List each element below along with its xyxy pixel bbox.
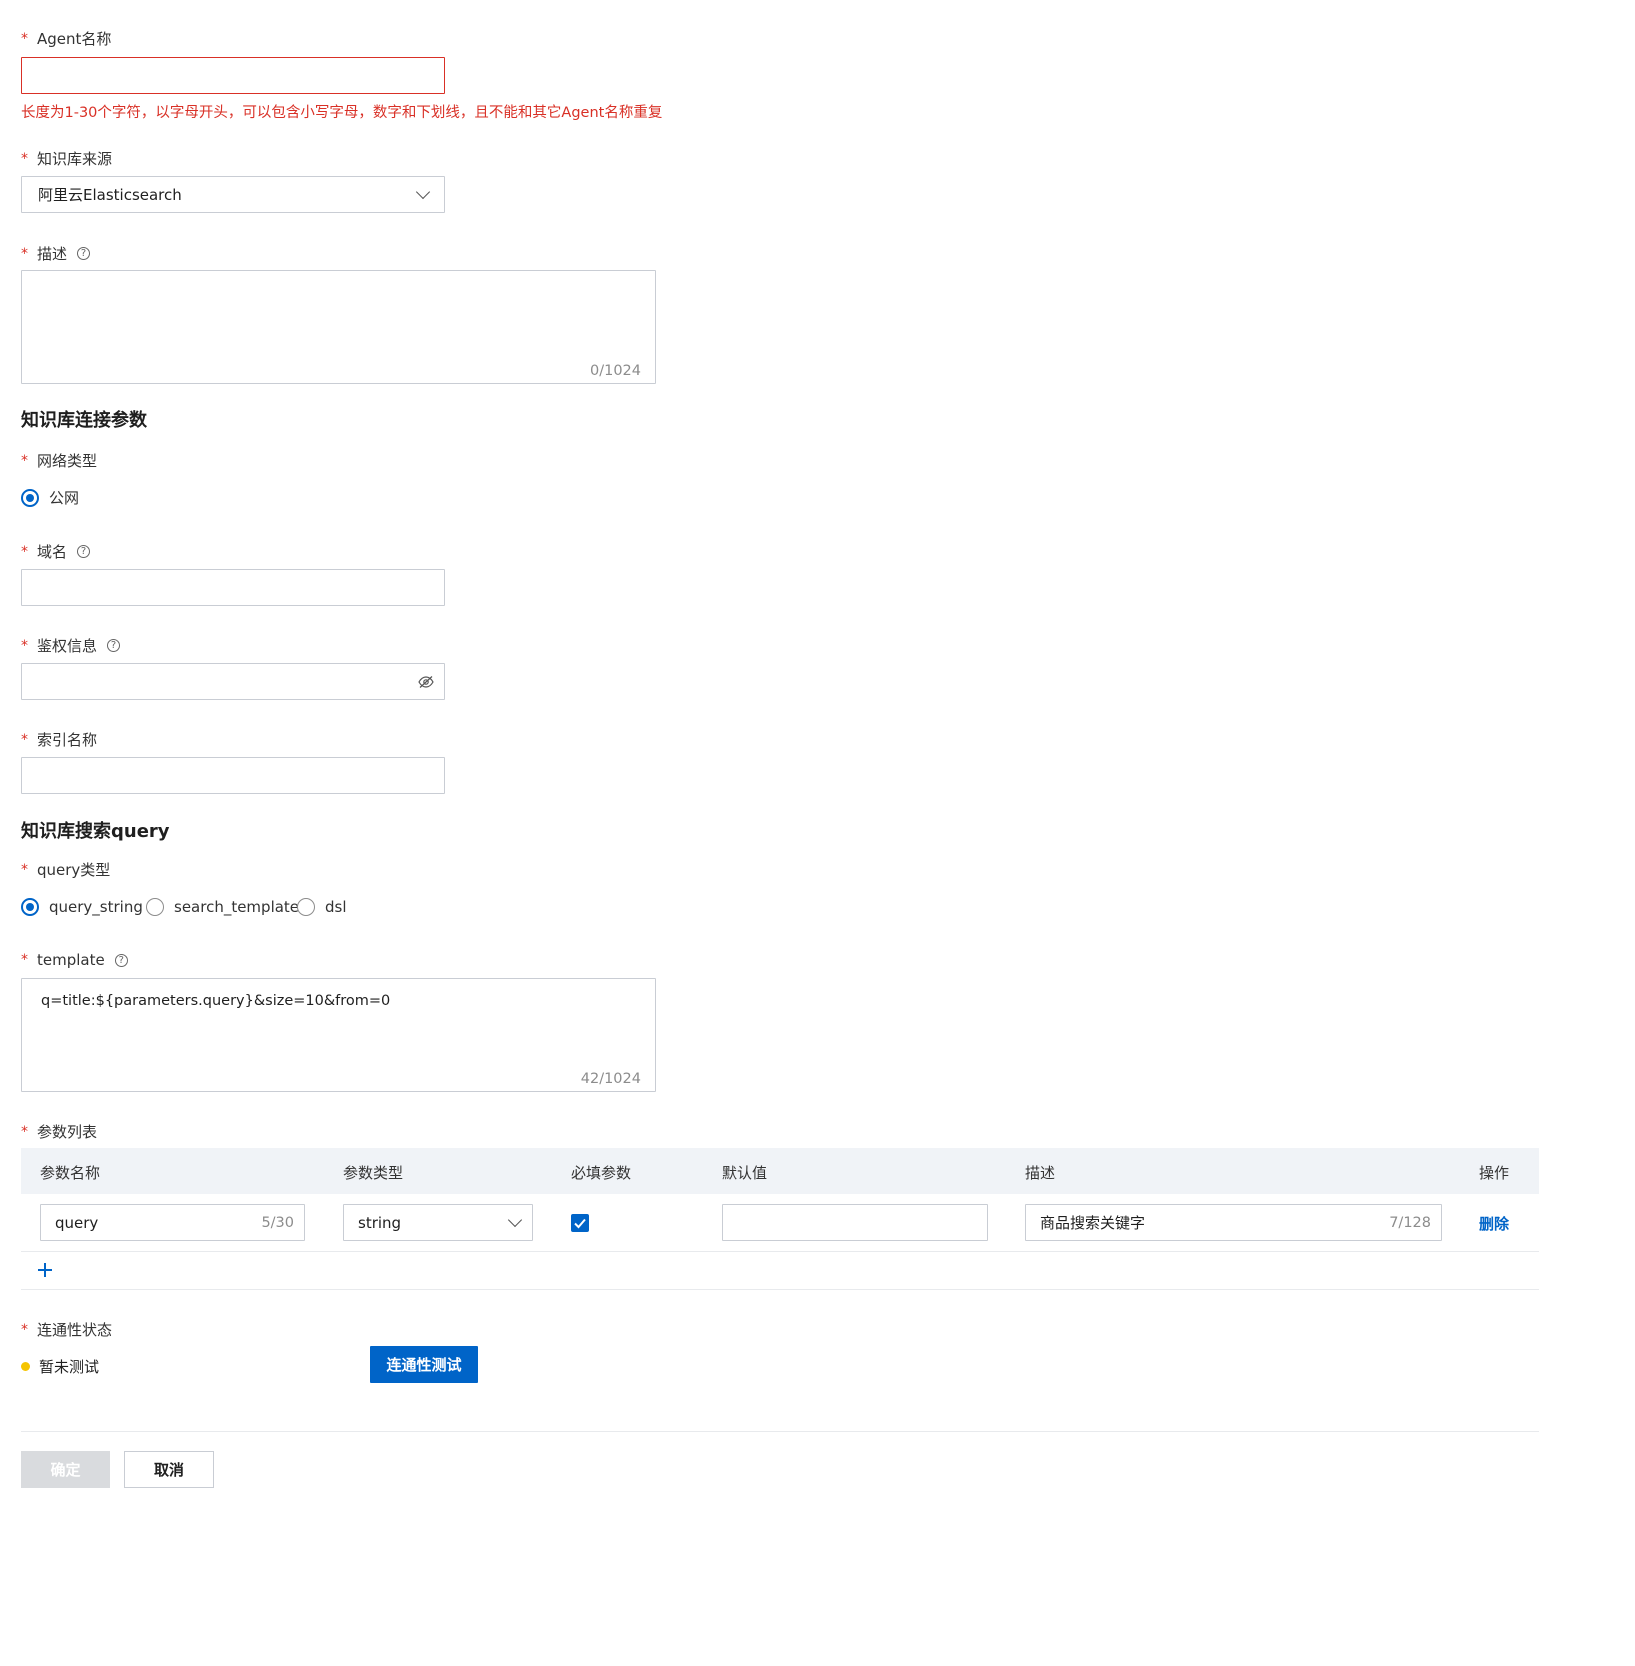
auth-password-input[interactable]: [21, 663, 445, 700]
delete-link[interactable]: 删除: [1479, 1213, 1509, 1234]
table-row: query 5/30 string 商品搜索关键字 7/128 删除: [21, 1194, 1539, 1252]
query-type-label: * query类型: [21, 861, 111, 879]
param-type-select[interactable]: string: [343, 1204, 533, 1241]
confirm-button[interactable]: 确定: [21, 1451, 110, 1488]
domain-input[interactable]: [21, 569, 445, 606]
radio-checked-icon: [21, 898, 39, 916]
template-label: * template?: [21, 951, 128, 969]
required-checkbox[interactable]: [571, 1214, 589, 1232]
template-counter: 42/1024: [580, 1071, 641, 1087]
th-description: 描述: [1025, 1164, 1056, 1182]
domain-label: * 域名?: [21, 541, 91, 562]
radio-unchecked-icon: [146, 898, 164, 916]
eye-off-icon[interactable]: [418, 675, 434, 689]
help-icon[interactable]: ?: [77, 545, 91, 558]
connectivity-status: 暂未测试: [21, 1356, 99, 1377]
cancel-button[interactable]: 取消: [124, 1451, 214, 1488]
radio-search-template[interactable]: search_template: [146, 898, 299, 916]
footer-divider: [21, 1431, 1539, 1432]
params-table-header: 参数名称 参数类型 必填参数 默认值 描述 操作: [21, 1148, 1539, 1194]
help-icon[interactable]: ?: [107, 639, 121, 652]
kb-source-select[interactable]: 阿里云Elasticsearch: [21, 176, 445, 213]
chevron-down-icon: [415, 184, 431, 200]
description-textarea[interactable]: 0/1024: [21, 270, 656, 384]
section-title-query: 知识库搜索query: [21, 821, 170, 842]
param-name-input[interactable]: query 5/30: [40, 1204, 305, 1241]
radio-query-string[interactable]: query_string: [21, 898, 143, 916]
check-icon: [574, 1218, 586, 1229]
agent-name-error: 长度为1-30个字符，以字母开头，可以包含小写字母，数字和下划线，且不能和其它A…: [21, 105, 663, 121]
th-default: 默认值: [722, 1164, 768, 1182]
radio-checked-icon: [21, 488, 39, 507]
agent-name-input[interactable]: [21, 57, 445, 94]
connectivity-label: * 连通性状态: [21, 1321, 113, 1339]
network-type-label: * 网络类型: [21, 452, 98, 470]
th-action: 操作: [1479, 1164, 1510, 1182]
chevron-down-icon: [507, 1212, 523, 1228]
row-divider: [21, 1289, 1539, 1290]
description-counter: 0/1024: [589, 363, 641, 379]
description-label: * 描述?: [21, 243, 91, 264]
th-param-type: 参数类型: [343, 1164, 404, 1182]
template-textarea[interactable]: q=title:${parameters.query}&size=10&from…: [21, 978, 656, 1092]
section-title-connection: 知识库连接参数: [21, 410, 147, 431]
index-name-input[interactable]: [21, 757, 445, 794]
kb-source-label: * 知识库来源: [21, 150, 113, 168]
row-divider: [21, 1251, 1539, 1252]
th-required: 必填参数: [571, 1164, 632, 1182]
auth-label: * 鉴权信息?: [21, 635, 121, 656]
index-name-label: * 索引名称: [21, 731, 98, 749]
params-label: * 参数列表: [21, 1123, 98, 1141]
connectivity-test-button[interactable]: 连通性测试: [370, 1346, 478, 1383]
param-desc-input[interactable]: 商品搜索关键字 7/128: [1025, 1204, 1442, 1241]
agent-name-label: * Agent名称: [21, 30, 112, 48]
radio-unchecked-icon: [297, 898, 315, 916]
plus-icon[interactable]: [36, 1261, 54, 1279]
help-icon[interactable]: ?: [77, 247, 91, 260]
status-dot-icon: [21, 1362, 30, 1371]
param-default-input[interactable]: [722, 1204, 988, 1241]
help-icon[interactable]: ?: [114, 953, 128, 967]
radio-dsl[interactable]: dsl: [297, 898, 347, 916]
th-param-name: 参数名称: [40, 1164, 101, 1182]
template-value: q=title:${parameters.query}&size=10&from…: [41, 993, 391, 1009]
radio-public-network[interactable]: 公网: [21, 487, 79, 508]
